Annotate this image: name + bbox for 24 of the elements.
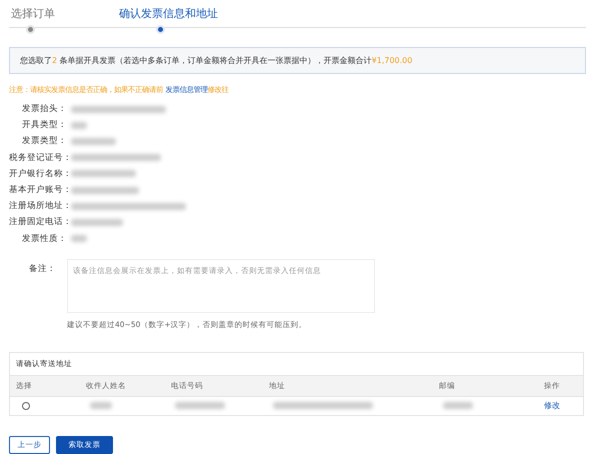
- summary-text: 您选取了2 条单据开具发票（若选中多条订单，订单金额将合并开具在一张票据中），开票金额合计¥1,700.00: [20, 56, 412, 65]
- blurred-value: [71, 170, 136, 178]
- field-label: 税务登记证号：: [9, 152, 67, 164]
- field-label: 发票性质：: [21, 232, 67, 245]
- blurred-value: [71, 138, 116, 145]
- remark-label: 备注：: [29, 262, 57, 276]
- blurred-value: [443, 402, 473, 410]
- field-label: 发票类型：: [21, 135, 67, 148]
- field-label: 发票抬头：: [21, 103, 67, 116]
- field-label: 基本开户账号：: [9, 184, 67, 196]
- radio-button[interactable]: [22, 402, 30, 410]
- edit-link[interactable]: 修改: [544, 400, 560, 412]
- blurred-value: [71, 122, 87, 129]
- blurred-value: [71, 235, 87, 242]
- field-label: 开具类型：: [21, 119, 67, 132]
- field-label: 注册固定电话：: [9, 216, 67, 228]
- blurred-value: [90, 402, 112, 410]
- blurred-value: [71, 186, 139, 194]
- blurred-value: [175, 402, 225, 410]
- step-tab[interactable]: 确认发票信息和地址: [119, 6, 218, 21]
- step-tab[interactable]: 选择订单: [11, 6, 119, 21]
- field-label: 注册场所地址：: [9, 200, 67, 212]
- field-label: 开户银行名称：: [9, 168, 67, 180]
- blurred-value: [71, 218, 123, 226]
